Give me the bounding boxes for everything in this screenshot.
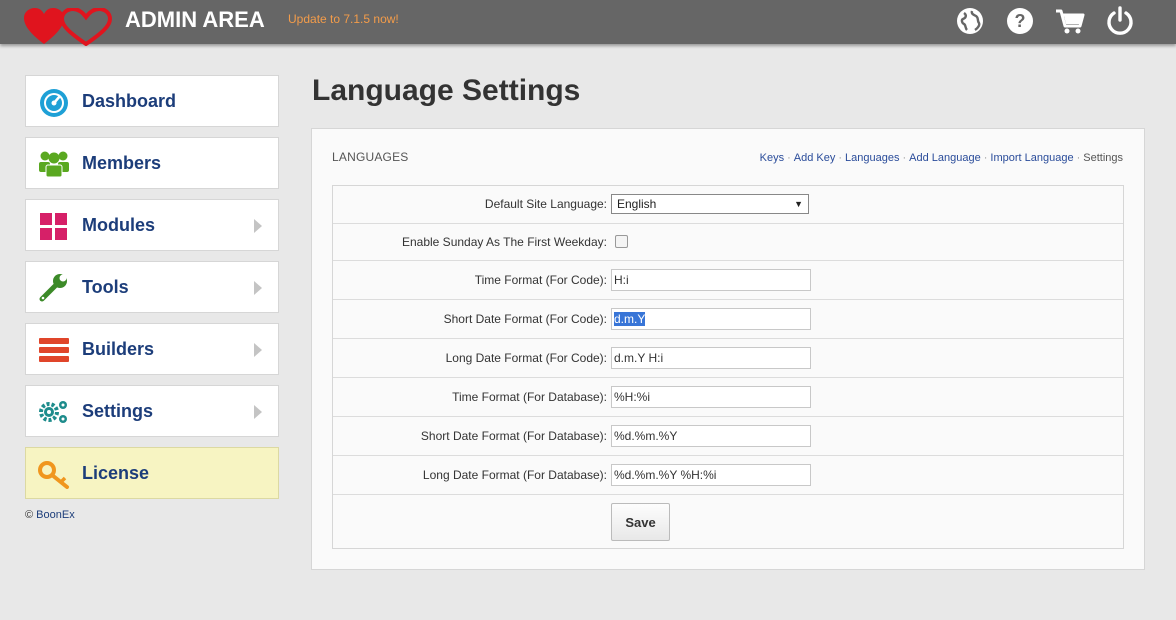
settings-form: Default Site Language: English ▼ Enable … xyxy=(332,185,1124,549)
svg-text:?: ? xyxy=(1015,11,1026,31)
sidebar-item-members[interactable]: Members xyxy=(25,137,279,189)
power-icon[interactable] xyxy=(1105,6,1135,36)
sidebar-item-tools[interactable]: Tools xyxy=(25,261,279,313)
globe-icon[interactable] xyxy=(955,6,985,36)
builders-bars-icon xyxy=(38,335,70,365)
link-languages[interactable]: Languages xyxy=(845,152,899,164)
long-date-db-input[interactable]: %d.%m.%Y %H:%i xyxy=(611,464,811,486)
short-date-code-input[interactable]: d.m.Y xyxy=(611,308,811,330)
cart-icon[interactable] xyxy=(1055,6,1085,36)
sidebar-item-settings[interactable]: Settings xyxy=(25,385,279,437)
chevron-right-icon xyxy=(254,219,262,233)
sidebar-item-license[interactable]: License xyxy=(25,447,279,499)
sidebar-item-modules[interactable]: Modules xyxy=(25,199,279,251)
wrench-icon xyxy=(38,273,70,303)
form-row-sunday-first: Enable Sunday As The First Weekday: xyxy=(333,224,1123,261)
link-settings-current: Settings xyxy=(1083,152,1123,164)
boonex-link[interactable]: BoonEx xyxy=(36,509,75,521)
sidebar-item-label: License xyxy=(82,463,150,483)
sidebar-item-label: Dashboard xyxy=(82,91,177,111)
form-row-long-date-code: Long Date Format (For Code): d.m.Y H:i xyxy=(333,339,1123,378)
dropdown-arrow-icon: ▼ xyxy=(794,199,803,209)
sidebar-item-label: Members xyxy=(82,153,162,173)
form-row-time-format-code: Time Format (For Code): H:i xyxy=(333,261,1123,300)
sidebar-item-label: Modules xyxy=(82,215,156,235)
members-icon xyxy=(38,149,70,179)
top-header: ADMIN AREA Update to 7.1.5 now! ? xyxy=(0,0,1176,47)
default-language-label: Default Site Language: xyxy=(484,197,607,211)
link-keys[interactable]: Keys xyxy=(760,152,784,164)
key-icon xyxy=(38,459,70,489)
time-format-db-label: Time Format (For Database): xyxy=(452,390,607,404)
link-add-key[interactable]: Add Key xyxy=(794,152,836,164)
hearts-logo-icon[interactable] xyxy=(24,6,116,47)
copyright: © BoonEx xyxy=(25,509,75,521)
short-date-db-input[interactable]: %d.%m.%Y xyxy=(611,425,811,447)
link-add-language[interactable]: Add Language xyxy=(909,152,981,164)
app-title: ADMIN AREA xyxy=(125,7,265,32)
update-link[interactable]: Update to 7.1.5 now! xyxy=(288,12,399,26)
sidebar-menu: Dashboard Members Modules Tools Builders… xyxy=(25,75,279,509)
save-button[interactable]: Save xyxy=(611,503,670,541)
long-date-code-input[interactable]: d.m.Y H:i xyxy=(611,347,811,369)
page-title: Language Settings xyxy=(312,74,581,107)
form-row-short-date-db: Short Date Format (For Database): %d.%m.… xyxy=(333,417,1123,456)
time-format-code-input[interactable]: H:i xyxy=(611,269,811,291)
sidebar-item-dashboard[interactable]: Dashboard xyxy=(25,75,279,127)
panel-title: LANGUAGES xyxy=(332,150,409,164)
short-date-db-label: Short Date Format (For Database): xyxy=(420,429,607,443)
long-date-code-label: Long Date Format (For Code): xyxy=(445,351,607,365)
chevron-right-icon xyxy=(254,343,262,357)
sunday-first-checkbox[interactable] xyxy=(615,235,628,248)
short-date-code-label: Short Date Format (For Code): xyxy=(443,312,607,326)
selected-text: d.m.Y xyxy=(614,312,646,326)
time-format-db-input[interactable]: %H:%i xyxy=(611,386,811,408)
form-row-short-date-code: Short Date Format (For Code): d.m.Y xyxy=(333,300,1123,339)
long-date-db-label: Long Date Format (For Database): xyxy=(422,468,607,482)
copyright-symbol: © xyxy=(25,509,34,521)
dashboard-gauge-icon xyxy=(38,87,70,117)
link-import-language[interactable]: Import Language xyxy=(990,152,1073,164)
time-format-code-label: Time Format (For Code): xyxy=(474,273,607,287)
default-language-value: English xyxy=(617,197,657,211)
modules-grid-icon xyxy=(38,211,70,241)
panel-nav-links: Keys · Add Key · Languages · Add Language · Impo… xyxy=(759,152,1123,164)
form-row-save: Save xyxy=(333,495,1123,549)
chevron-right-icon xyxy=(254,405,262,419)
languages-panel: LANGUAGES Keys · Add Key · Languages · Add Lan… xyxy=(311,128,1145,570)
form-row-time-format-db: Time Format (For Database): %H:%i xyxy=(333,378,1123,417)
sidebar-item-label: Settings xyxy=(82,401,154,421)
form-row-long-date-db: Long Date Format (For Database): %d.%m.%… xyxy=(333,456,1123,495)
sidebar-item-label: Tools xyxy=(82,277,129,297)
sidebar-item-builders[interactable]: Builders xyxy=(25,323,279,375)
sidebar-item-label: Builders xyxy=(82,339,155,359)
help-icon[interactable]: ? xyxy=(1005,6,1035,36)
sunday-first-label: Enable Sunday As The First Weekday: xyxy=(401,235,607,249)
default-language-select[interactable]: English ▼ xyxy=(611,194,809,214)
gears-icon xyxy=(38,397,70,427)
form-row-default-language: Default Site Language: English ▼ xyxy=(333,186,1123,224)
chevron-right-icon xyxy=(254,281,262,295)
